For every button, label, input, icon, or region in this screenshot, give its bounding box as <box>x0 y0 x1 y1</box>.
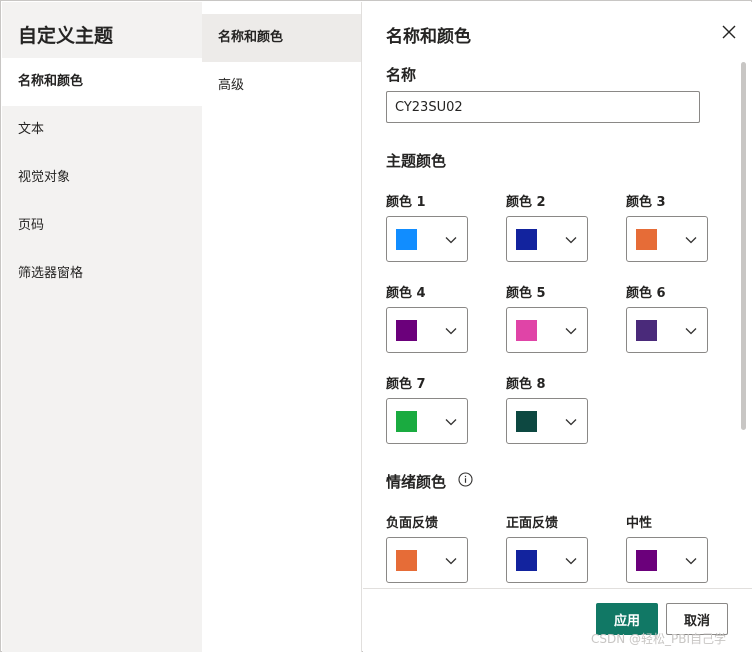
theme-color-6-picker[interactable] <box>626 307 708 353</box>
theme-color-4-picker[interactable] <box>386 307 468 353</box>
close-icon <box>722 25 736 39</box>
nav-item-text[interactable]: 文本 <box>2 106 202 154</box>
sentiment-colors-label: 情绪颜色 <box>386 473 447 491</box>
theme-color-7-picker[interactable] <box>386 398 468 444</box>
chevron-down-icon <box>685 237 697 244</box>
color-swatch <box>636 229 657 250</box>
theme-color-label: 颜色 2 <box>506 195 546 210</box>
positive-color-picker[interactable] <box>506 537 588 583</box>
negative-color-picker[interactable] <box>386 537 468 583</box>
dialog-frame: 自定义主题 名称和颜色 文本 视觉对象 页码 筛选器窗格 名称和颜色 高级 名称… <box>0 0 752 652</box>
theme-color-label: 颜色 8 <box>506 377 546 392</box>
dialog-title: 自定义主题 <box>18 25 114 47</box>
color-swatch <box>636 320 657 341</box>
chevron-down-icon <box>685 558 697 565</box>
nav-item-name-and-colors[interactable]: 名称和颜色 <box>2 58 202 106</box>
sub-nav: 名称和颜色 高级 <box>202 2 362 652</box>
theme-color-1-picker[interactable] <box>386 216 468 262</box>
chevron-down-icon <box>445 419 457 426</box>
scrollbar[interactable] <box>741 62 746 430</box>
theme-color-label: 颜色 1 <box>386 195 426 210</box>
sub-nav-item-name-and-colors[interactable]: 名称和颜色 <box>202 14 361 62</box>
sub-nav-item-advanced[interactable]: 高级 <box>202 62 361 110</box>
chevron-down-icon <box>685 328 697 335</box>
color-swatch <box>636 550 657 571</box>
nav-item-page[interactable]: 页码 <box>2 202 202 250</box>
nav-item-filter-pane[interactable]: 筛选器窗格 <box>2 250 202 298</box>
color-swatch <box>516 550 537 571</box>
sentiment-color-label: 中性 <box>626 516 653 531</box>
chevron-down-icon <box>445 237 457 244</box>
color-swatch <box>516 229 537 250</box>
theme-color-label: 颜色 4 <box>386 286 426 301</box>
theme-color-2-picker[interactable] <box>506 216 588 262</box>
color-swatch <box>516 320 537 341</box>
sentiment-color-label: 负面反馈 <box>386 516 439 531</box>
neutral-color-picker[interactable] <box>626 537 708 583</box>
chevron-down-icon <box>445 328 457 335</box>
theme-name-input[interactable] <box>386 91 700 123</box>
watermark: CSDN @轻松_PBI自己学 <box>591 632 727 646</box>
theme-color-label: 颜色 5 <box>506 286 546 301</box>
info-icon[interactable] <box>458 472 473 487</box>
theme-color-label: 颜色 7 <box>386 377 426 392</box>
nav-item-visuals[interactable]: 视觉对象 <box>2 154 202 202</box>
left-nav: 自定义主题 名称和颜色 文本 视觉对象 页码 筛选器窗格 <box>2 2 202 652</box>
theme-color-5-picker[interactable] <box>506 307 588 353</box>
theme-color-3-picker[interactable] <box>626 216 708 262</box>
theme-color-label: 颜色 3 <box>626 195 666 210</box>
color-swatch <box>396 411 417 432</box>
chevron-down-icon <box>445 558 457 565</box>
sentiment-color-label: 正面反馈 <box>506 516 559 531</box>
color-swatch <box>396 320 417 341</box>
theme-color-8-picker[interactable] <box>506 398 588 444</box>
color-swatch <box>516 411 537 432</box>
chevron-down-icon <box>565 328 577 335</box>
theme-color-label: 颜色 6 <box>626 286 666 301</box>
name-label: 名称 <box>386 66 417 84</box>
chevron-down-icon <box>565 558 577 565</box>
theme-colors-label: 主题颜色 <box>386 152 447 170</box>
chevron-down-icon <box>565 237 577 244</box>
chevron-down-icon <box>565 419 577 426</box>
panel-title: 名称和颜色 <box>386 27 471 47</box>
close-button[interactable] <box>719 22 739 42</box>
color-swatch <box>396 550 417 571</box>
color-swatch <box>396 229 417 250</box>
main-panel: 名称和颜色 名称 主题颜色 颜色 1 颜色 2 颜色 3 颜色 4 <box>363 2 752 652</box>
